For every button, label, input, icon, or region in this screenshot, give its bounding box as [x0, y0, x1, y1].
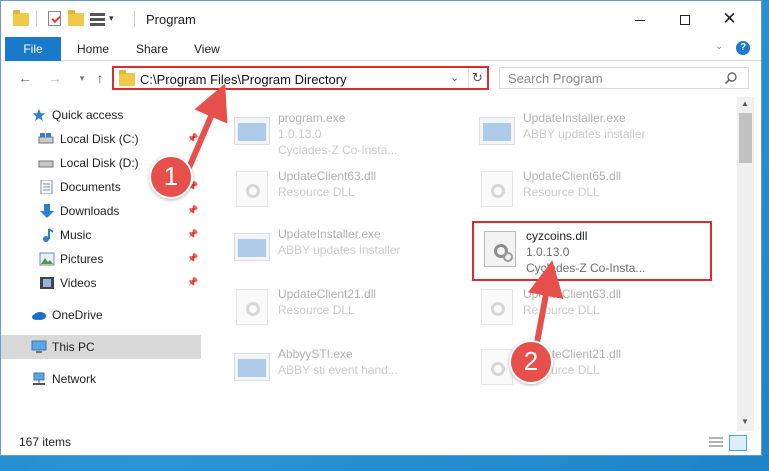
exe-file-icon	[232, 227, 272, 267]
file-name: cyzcoins.dll	[526, 229, 588, 243]
file-name: program.exe	[278, 111, 346, 125]
properties-icon[interactable]	[48, 11, 64, 27]
documents-icon	[40, 180, 53, 194]
folder-icon	[119, 70, 135, 86]
ribbon-tabs: File Home Share View ⌄ ?	[1, 37, 761, 61]
file-tile[interactable]: UpdateClient63.dll Resource DLL	[226, 163, 466, 215]
sidebar-item-downloads[interactable]: Downloads 📌	[1, 199, 201, 223]
file-tile[interactable]: UpdateClient21.dll Resource DLL	[471, 341, 711, 393]
music-icon	[43, 228, 54, 242]
scroll-thumb[interactable]	[739, 113, 752, 163]
sidebar-item-music[interactable]: Music 📌	[1, 223, 201, 247]
network-icon	[33, 372, 45, 385]
search-icon[interactable]	[724, 71, 738, 85]
sidebar-item-local-disk-c[interactable]: Local Disk (C:) 📌	[1, 127, 201, 151]
view-icon[interactable]	[90, 11, 106, 27]
address-bar[interactable]: C:\Program Files\Program Directory ⌄ ↻	[112, 66, 489, 90]
sidebar-item-pictures[interactable]: Pictures 📌	[1, 247, 201, 271]
sidebar-item-network[interactable]: Network	[1, 367, 201, 391]
drive-icon	[38, 160, 54, 168]
sidebar-item-onedrive[interactable]: OneDrive	[1, 303, 201, 327]
address-path[interactable]: C:\Program Files\Program Directory	[140, 72, 347, 87]
step-1-badge: 1	[149, 155, 193, 199]
recent-locations-icon[interactable]: ▾	[73, 69, 91, 87]
exe-file-icon	[477, 111, 517, 151]
item-count: 167 items	[19, 435, 72, 449]
file-list: program.exe 1.0.13.0 Cyclades-Z Co-Insta…	[204, 97, 736, 427]
vertical-scrollbar[interactable]: ▲ ▼	[737, 97, 754, 431]
tiles-view-icon[interactable]	[729, 435, 747, 451]
scroll-up-icon[interactable]: ▲	[741, 99, 749, 108]
folder-icon[interactable]	[13, 10, 29, 27]
refresh-icon[interactable]: ↻	[472, 70, 483, 86]
close-button[interactable]: ✕	[707, 7, 752, 33]
dll-file-icon	[480, 229, 520, 269]
search-placeholder: Search Program	[508, 71, 603, 86]
exe-file-icon	[232, 111, 272, 151]
download-icon	[40, 204, 54, 218]
file-tile[interactable]: UpdateInstaller.exe ABBY updates install…	[471, 105, 711, 157]
pin-icon[interactable]: 📌	[187, 277, 198, 288]
videos-icon	[40, 277, 54, 289]
scroll-down-icon[interactable]: ▼	[741, 417, 749, 426]
computer-icon	[31, 340, 47, 353]
status-bar: 167 items	[1, 431, 761, 455]
navigation-bar: ← → ▾ ↑ C:\Program Files\Program Directo…	[1, 62, 761, 94]
file-tile[interactable]: program.exe 1.0.13.0 Cyclades-Z Co-Insta…	[226, 105, 466, 157]
pin-icon[interactable]: 📌	[187, 253, 198, 264]
forward-arrow-icon[interactable]: →	[46, 69, 64, 87]
file-name: UpdateInstaller.exe	[523, 111, 626, 125]
title-bar: ▾ Program ✕	[1, 1, 761, 36]
file-tile[interactable]: AbbyySTI.exe ABBY sti event hand...	[226, 341, 466, 393]
chevron-down-icon[interactable]: ▾	[109, 13, 119, 29]
maximize-button[interactable]	[662, 7, 707, 33]
pin-icon[interactable]: 📌	[187, 133, 198, 144]
tab-share[interactable]: Share	[136, 37, 168, 61]
back-arrow-icon[interactable]: ←	[16, 69, 34, 87]
drive-icon	[38, 133, 54, 144]
tab-view[interactable]: View	[194, 37, 220, 61]
exe-file-icon	[232, 347, 272, 387]
pin-icon[interactable]: 📌	[187, 229, 198, 240]
pictures-icon	[39, 252, 55, 266]
explorer-window: ▾ Program ✕ File Home Share View ⌄ ? ← →…	[0, 0, 762, 456]
file-tile[interactable]: UpdateInstaller.exe ABBY updates install…	[226, 221, 466, 273]
step-2-badge: 2	[509, 340, 553, 384]
dll-file-icon	[477, 287, 517, 327]
window-title: Program	[146, 12, 196, 27]
details-view-icon[interactable]	[708, 436, 724, 450]
cloud-icon	[32, 312, 46, 320]
chevron-down-icon[interactable]: ⌄	[450, 71, 459, 84]
up-arrow-icon[interactable]: ↑	[91, 69, 109, 87]
file-name: UpdateClient63.dll	[523, 287, 622, 301]
navigation-pane: Quick access Local Disk (C:) 📌 Local Dis…	[1, 97, 201, 427]
file-tile[interactable]: UpdateClient65.dll Resource DLL	[471, 163, 711, 215]
sidebar-item-videos[interactable]: Videos 📌	[1, 271, 201, 295]
expand-ribbon-icon[interactable]: ⌄	[715, 41, 727, 55]
tab-file[interactable]: File	[5, 37, 61, 61]
new-folder-icon[interactable]	[68, 10, 84, 27]
dll-file-icon	[232, 287, 272, 327]
dll-file-icon	[232, 169, 272, 209]
file-name: UpdateInstaller.exe	[278, 227, 381, 241]
file-tile[interactable]: UpdateClient21.dll Resource DLL	[226, 281, 466, 333]
file-name: UpdateClient65.dll	[523, 169, 622, 183]
minimize-button[interactable]	[617, 7, 662, 33]
file-tile-cyzcoins[interactable]: cyzcoins.dll 1.0.13.0 Cyclades-Z Co-Inst…	[472, 221, 712, 281]
file-name: AbbyySTI.exe	[278, 347, 353, 361]
sidebar-item-this-pc[interactable]: This PC	[1, 335, 201, 359]
file-name: UpdateClient63.dll	[278, 169, 377, 183]
help-icon[interactable]: ?	[736, 41, 750, 55]
search-input[interactable]: Search Program	[499, 67, 749, 89]
sidebar-item-quick-access[interactable]: Quick access	[1, 103, 201, 127]
dll-file-icon	[477, 169, 517, 209]
pin-icon[interactable]: 📌	[187, 205, 198, 216]
file-name: UpdateClient21.dll	[278, 287, 377, 301]
star-icon	[32, 108, 46, 122]
file-tile[interactable]: UpdateClient63.dll Resource DLL	[471, 281, 711, 333]
tab-home[interactable]: Home	[77, 37, 109, 61]
